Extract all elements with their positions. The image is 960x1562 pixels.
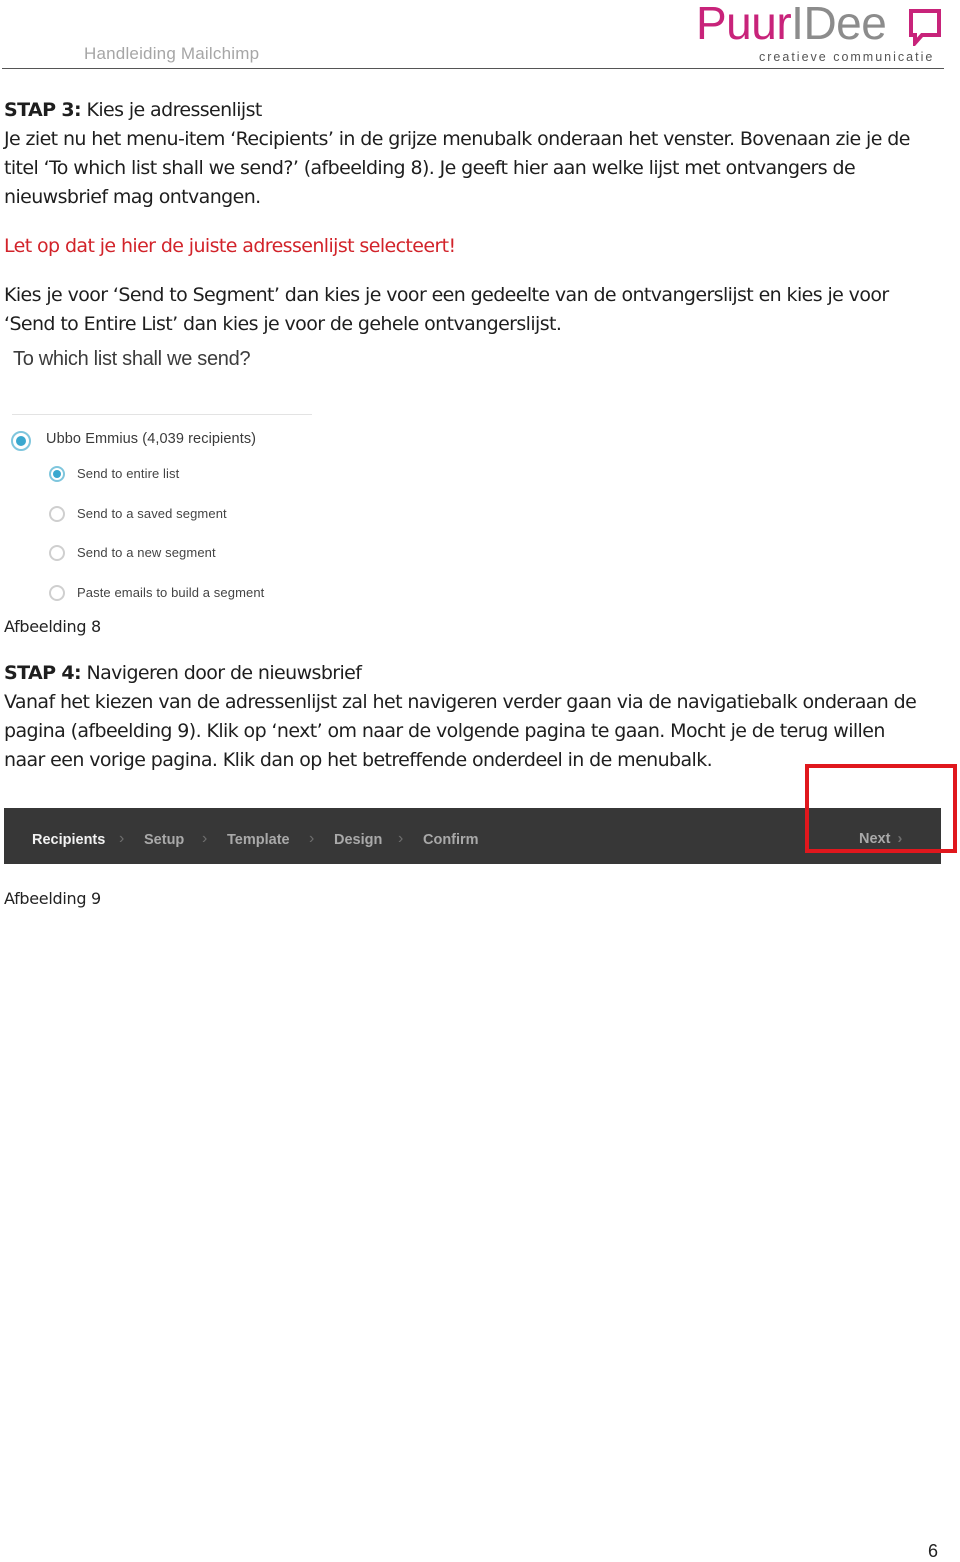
document-header-title: Handleiding Mailchimp: [84, 44, 260, 63]
logo-wordmark-part1: Puur: [696, 0, 792, 49]
step3-heading: STAP 3: Kies je adressenlijst: [4, 96, 262, 125]
list-option-label[interactable]: Ubbo Emmius (4,039 recipients): [46, 431, 256, 447]
step3-paragraph-line-1: Je ziet nu het menu-item ‘Recipients’ in…: [4, 128, 910, 150]
nav-item-setup[interactable]: Setup: [144, 832, 184, 848]
step3-label: STAP 3:: [4, 99, 82, 121]
figure-8-list-selection: To which list shall we send? Ubbo Emmius…: [0, 345, 330, 615]
list-selection-divider: [12, 414, 312, 415]
option-send-to-entire-list[interactable]: Send to entire list: [77, 466, 179, 481]
nav-item-confirm[interactable]: Confirm: [423, 832, 479, 848]
option-send-to-new-segment[interactable]: Send to a new segment: [77, 545, 216, 560]
option-send-to-saved-segment[interactable]: Send to a saved segment: [77, 506, 227, 521]
step3-title: Kies je adressenlijst: [81, 99, 262, 121]
nav-item-template[interactable]: Template: [227, 832, 290, 848]
list-radio-ubbo-emmius[interactable]: [11, 431, 31, 451]
next-button-highlight-box: [805, 764, 957, 853]
step4-title: Navigeren door de nieuwsbrief: [81, 662, 362, 684]
logo-wordmark-part2: IDee: [791, 0, 887, 49]
step3-paragraph-line-3: nieuwsbrief mag ontvangen.: [4, 186, 261, 208]
step4-paragraph-line-2: pagina (afbeelding 9). Klik op ‘next’ om…: [4, 720, 885, 742]
step4-paragraph-line-1: Vanaf het kiezen van de adressenlijst za…: [4, 691, 917, 713]
page-number: 6: [928, 1541, 939, 1561]
step4-label: STAP 4:: [4, 662, 82, 684]
step3-warning: Let op dat je hier de juiste adressenlij…: [4, 235, 456, 257]
logo-tagline: creatieve communicatie: [759, 50, 935, 64]
speech-bubble-icon: [909, 9, 941, 46]
list-selection-title: To which list shall we send?: [13, 348, 251, 370]
radio-send-to-entire-list[interactable]: [49, 466, 65, 482]
nav-item-recipients[interactable]: Recipients: [32, 832, 105, 848]
nav-item-design[interactable]: Design: [334, 832, 382, 848]
radio-paste-emails[interactable]: [49, 585, 65, 601]
chevron-right-icon: ›: [119, 830, 125, 847]
campaign-navigation-bar: Recipients › Setup › Template › Design ›…: [4, 808, 941, 864]
radio-send-to-saved-segment[interactable]: [49, 506, 65, 522]
chevron-right-icon: ›: [398, 830, 404, 847]
chevron-right-icon: ›: [309, 830, 315, 847]
step4-heading: STAP 4: Navigeren door de nieuwsbrief: [4, 659, 362, 688]
step4-paragraph-line-3: naar een vorige pagina. Klik dan op het …: [4, 749, 713, 771]
chevron-right-icon: ›: [202, 830, 208, 847]
radio-send-to-new-segment[interactable]: [49, 545, 65, 561]
puuridee-logo: PuurIDee creatieve communicatie: [696, 0, 946, 68]
header-divider: [2, 68, 944, 69]
logo-wordmark: PuurIDee: [696, 0, 887, 49]
step3-explanation-line-1: Kies je voor ‘Send to Segment’ dan kies …: [4, 284, 889, 306]
step3-explanation-line-2: ‘Send to Entire List’ dan kies je voor d…: [4, 313, 562, 335]
option-paste-emails[interactable]: Paste emails to build a segment: [77, 585, 264, 600]
step3-paragraph-line-2: titel ‘To which list shall we send?’ (af…: [4, 157, 856, 179]
figure-8-caption: Afbeelding 8: [4, 617, 101, 636]
figure-9-caption: Afbeelding 9: [4, 889, 101, 908]
